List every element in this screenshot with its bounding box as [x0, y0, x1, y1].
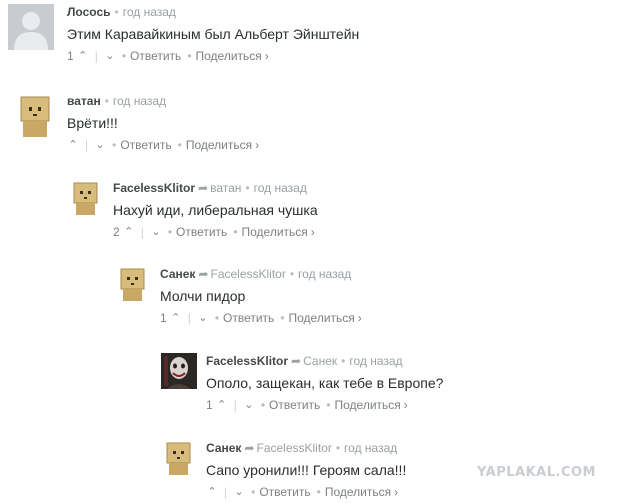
comment-author[interactable]: Санек — [206, 441, 241, 455]
vote-count: 1 — [160, 310, 167, 325]
reply-arrow-icon: ➦ — [198, 267, 209, 281]
comment-time[interactable]: год назад — [298, 267, 351, 281]
upvote-icon[interactable]: ⌃ — [77, 49, 89, 63]
dark-photo-icon — [161, 353, 197, 389]
upvote-icon[interactable]: ⌃ — [170, 311, 182, 325]
chevron-right-icon[interactable]: › — [311, 225, 315, 239]
comment-time[interactable]: год назад — [254, 181, 307, 195]
comment-time[interactable]: год назад — [344, 441, 397, 455]
share-link[interactable]: Поделиться — [325, 485, 391, 499]
comment-text: Сапо уронили!!! Героям сала!!! — [206, 462, 407, 478]
comment-text: Молчи пидор — [160, 288, 246, 304]
comment-text: Этим Каравайкиным был Альберт Эйнштейн — [67, 26, 360, 42]
share-link[interactable]: Поделиться — [335, 398, 401, 412]
upvote-icon[interactable]: ⌃ — [206, 485, 218, 499]
upvote-icon[interactable]: ⌃ — [123, 225, 135, 239]
comment-text: Нахуй иди, либеральная чушка — [113, 202, 318, 218]
comment-text: Врёти!!! — [67, 115, 118, 131]
avatar[interactable] — [12, 93, 58, 139]
downvote-icon[interactable]: ⌄ — [243, 398, 255, 412]
downvote-icon[interactable]: ⌄ — [233, 485, 245, 499]
comment-author[interactable]: FacelessKlitor — [113, 181, 195, 195]
reply-arrow-icon: ➦ — [198, 181, 209, 195]
reply-link[interactable]: Ответить — [269, 398, 320, 412]
avatar[interactable] — [68, 180, 104, 216]
chevron-right-icon[interactable]: › — [255, 138, 259, 152]
downvote-icon[interactable]: ⌄ — [150, 225, 162, 239]
comment-time[interactable]: год назад — [113, 94, 166, 108]
share-link[interactable]: Поделиться — [196, 49, 262, 63]
share-link[interactable]: Поделиться — [242, 225, 308, 239]
vote-count: 1 — [206, 397, 213, 412]
comment-time[interactable]: год назад — [349, 354, 402, 368]
cardboard-box-head-icon — [68, 180, 104, 216]
upvote-icon[interactable]: ⌃ — [67, 138, 79, 152]
chevron-right-icon[interactable]: › — [358, 311, 362, 325]
share-link[interactable]: Поделиться — [186, 138, 252, 152]
cardboard-box-head-icon — [115, 266, 151, 302]
downvote-icon[interactable]: ⌄ — [94, 138, 106, 152]
chevron-right-icon[interactable]: › — [265, 49, 269, 63]
comment-author[interactable]: Санек — [160, 267, 195, 281]
comment-author[interactable]: ватан — [67, 94, 101, 108]
reply-link[interactable]: Ответить — [120, 138, 171, 152]
user-silhouette-icon — [8, 4, 54, 50]
comment-text: Ополо, защекан, как тебе в Европе? — [206, 375, 444, 391]
avatar[interactable] — [161, 353, 197, 389]
avatar[interactable] — [8, 4, 54, 50]
avatar[interactable] — [115, 266, 151, 302]
downvote-icon[interactable]: ⌄ — [104, 49, 116, 63]
cardboard-box-head-icon — [161, 440, 197, 476]
reply-link[interactable]: Ответить — [259, 485, 310, 499]
avatar[interactable] — [161, 440, 197, 476]
reply-link[interactable]: Ответить — [223, 311, 274, 325]
reply-to-user[interactable]: FacelessKlitor — [256, 441, 331, 455]
comment-author[interactable]: FacelessKlitor — [206, 354, 288, 368]
reply-arrow-icon: ➦ — [291, 354, 302, 368]
reply-to-user[interactable]: Санек — [303, 354, 337, 368]
comment-time[interactable]: год назад — [123, 5, 176, 19]
cardboard-box-head-icon — [12, 93, 58, 139]
chevron-right-icon[interactable]: › — [394, 485, 398, 499]
site-watermark: YAPLAKAL.COM — [477, 465, 596, 480]
chevron-right-icon[interactable]: › — [404, 398, 408, 412]
vote-count: 2 — [113, 224, 120, 239]
vote-count: 1 — [67, 48, 74, 63]
comment-author[interactable]: Лосось — [67, 5, 111, 19]
reply-link[interactable]: Ответить — [176, 225, 227, 239]
downvote-icon[interactable]: ⌄ — [197, 311, 209, 325]
reply-arrow-icon: ➦ — [244, 441, 255, 455]
reply-link[interactable]: Ответить — [130, 49, 181, 63]
share-link[interactable]: Поделиться — [289, 311, 355, 325]
reply-to-user[interactable]: FacelessKlitor — [210, 267, 285, 281]
upvote-icon[interactable]: ⌃ — [216, 398, 228, 412]
reply-to-user[interactable]: ватан — [210, 181, 241, 195]
